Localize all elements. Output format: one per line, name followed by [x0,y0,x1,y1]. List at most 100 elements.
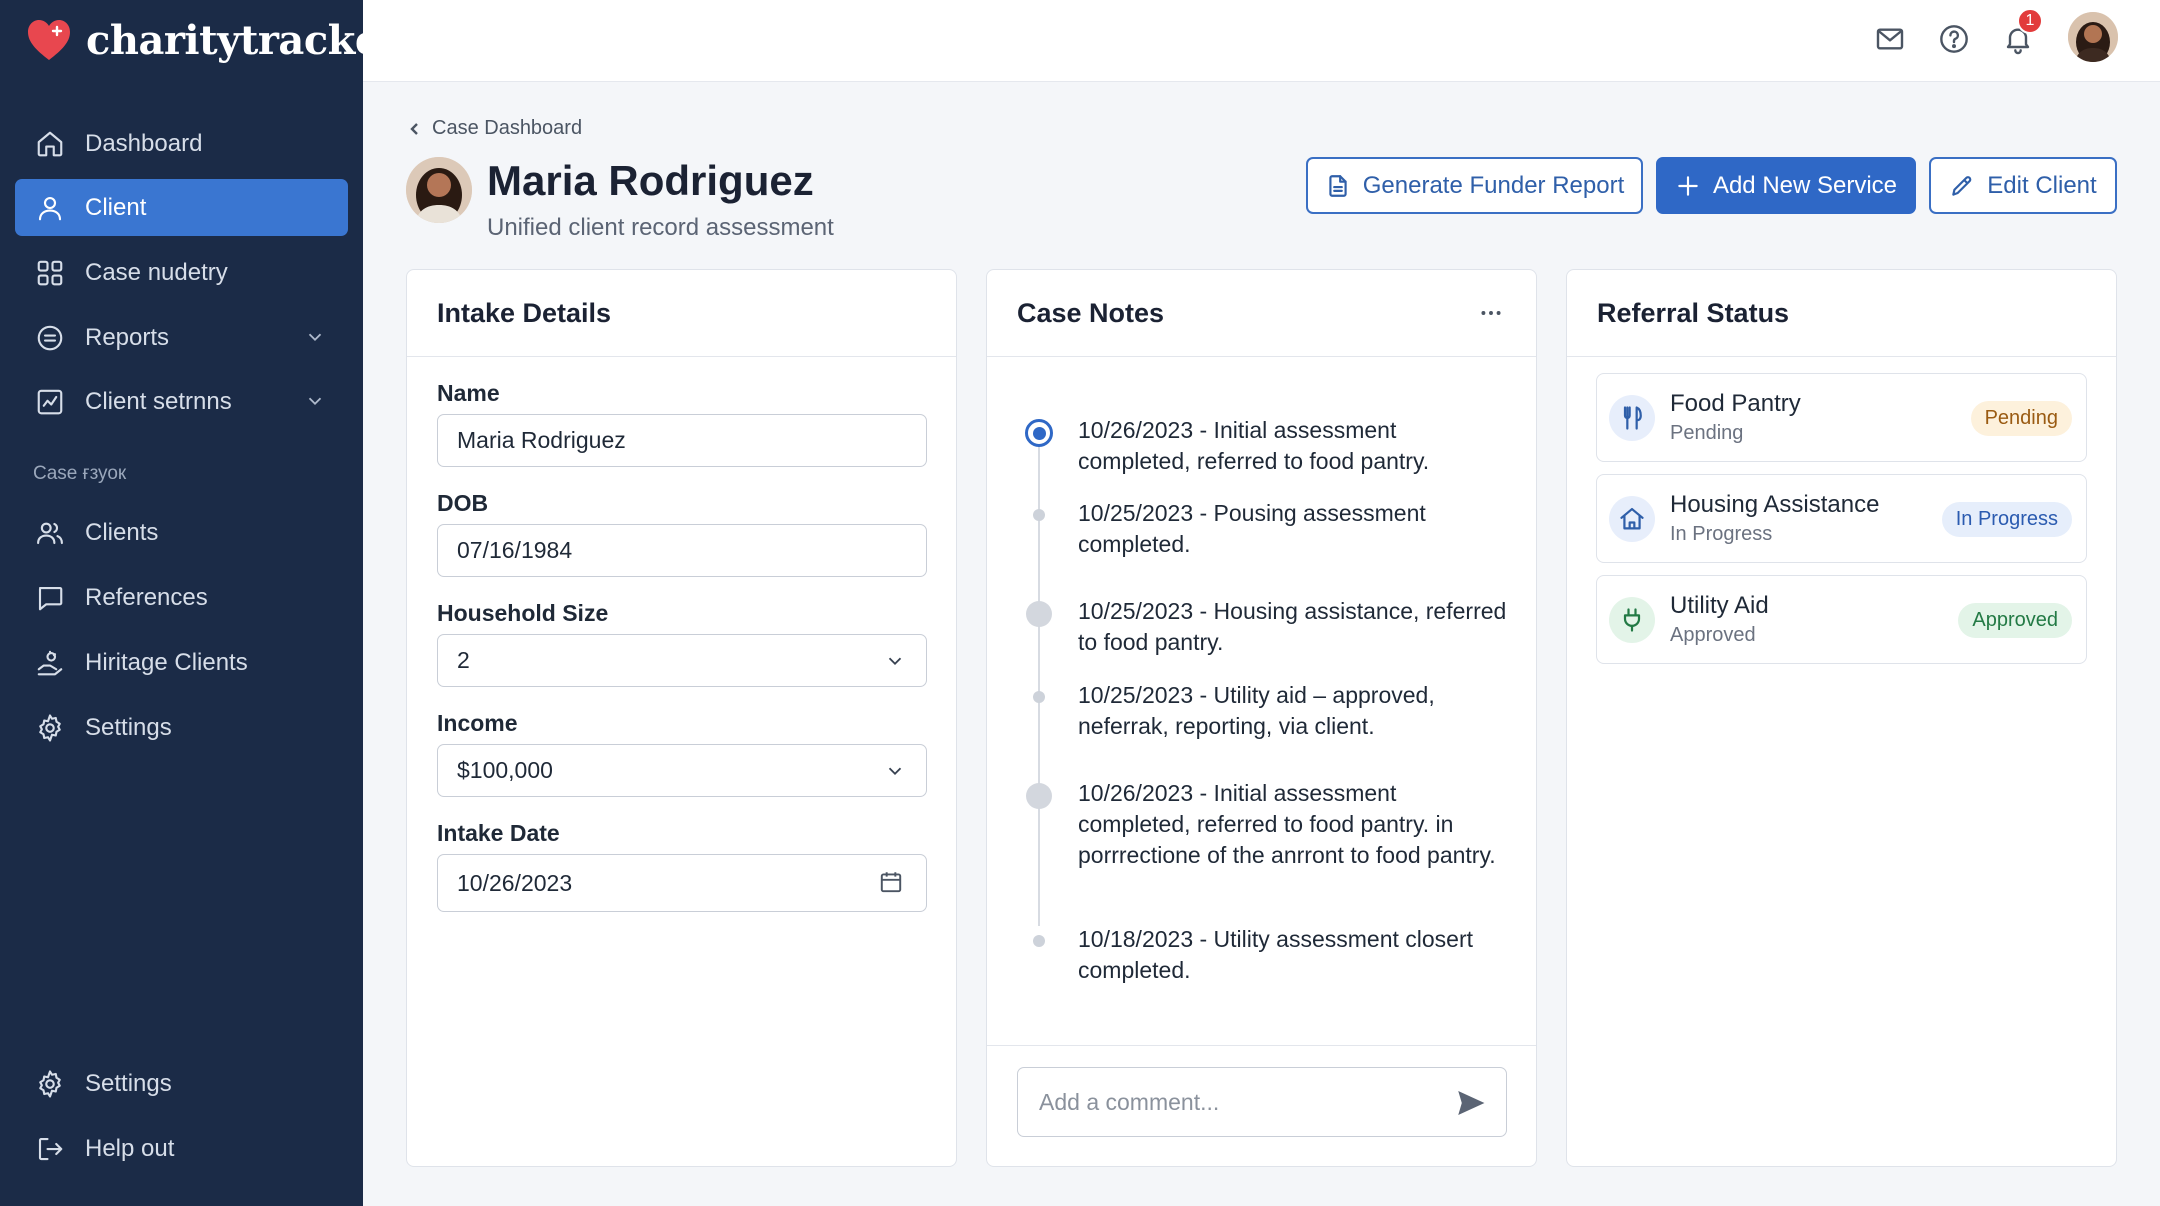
status-badge-approved: Approved [1958,603,2072,638]
send-icon[interactable] [1454,1086,1488,1120]
sidebar-item-reports[interactable]: Reports [15,309,348,366]
case-note: 10/25/2023 - Pousing assessment complete… [1078,500,1426,557]
timeline-dot [1026,601,1052,627]
heart-logo-icon [28,20,70,60]
sidebar-item-label: Hiritage Clients [85,648,248,676]
card-header: Case Notes [987,270,1536,357]
divider [987,1045,1536,1046]
sidebar-item-label: Reports [85,323,170,351]
help-icon[interactable] [1935,20,1973,58]
chevron-down-icon[interactable] [304,390,326,412]
sidebar-section-title: Case ғзуок [33,463,127,484]
field-label-dob: DOB [437,490,489,516]
page-subtitle: Unified client record assessment [487,214,834,241]
pencil-icon [1952,175,1972,196]
field-label-intake-date: Intake Date [437,820,560,846]
sidebar-item-settings-bottom[interactable]: Settings [15,1055,348,1112]
calendar-icon[interactable] [878,869,904,895]
referral-item-food-pantry[interactable]: Food Pantry Pending Pending [1596,373,2087,462]
sidebar-item-label: Client setrnns [85,387,232,415]
logout-icon [35,1134,65,1164]
chevron-left-icon [410,122,418,135]
referral-status-text: Pending [1670,422,1744,444]
grid-icon [35,258,65,288]
document-icon [1329,174,1347,197]
house-icon [1609,496,1655,542]
field-label-name: Name [437,380,500,406]
chevron-down-icon [884,650,906,672]
generate-funder-report-button[interactable]: Generate Funder Report [1306,157,1643,214]
status-badge-pending: Pending [1970,401,2072,436]
income-select[interactable]: $100,000 [437,744,927,797]
plug-icon [1609,597,1655,643]
button-label: Generate Funder Report [1362,171,1625,199]
bell-icon[interactable]: 1 [1999,8,2043,58]
utensils-icon [1609,395,1655,441]
top-bar: 1 [363,0,2160,82]
users-icon [35,518,65,548]
timeline-dot [1033,935,1045,947]
sidebar-item-heritage-clients[interactable]: Hiritage Clients [15,634,348,691]
gear-icon [35,713,65,743]
timeline-dot [1026,783,1052,809]
referral-title: Utility Aid [1670,592,1769,619]
dob-field[interactable]: 07/16/1984 [437,524,927,577]
sidebar-item-help-out[interactable]: Help out [15,1120,348,1177]
sidebar-item-client[interactable]: Client [15,179,348,236]
add-new-service-button[interactable]: Add New Service [1656,157,1916,214]
report-icon [35,323,65,353]
sidebar-item-label: Help out [85,1134,175,1162]
timeline-line [1038,426,1040,926]
breadcrumb[interactable]: Case Dashboard [408,117,582,140]
chevron-down-icon[interactable] [304,326,326,348]
card-title: Case Notes [1017,297,1165,328]
timeline-dot [1033,509,1045,521]
case-note: 10/25/2023 - Housing assistance, referre… [1078,598,1507,655]
notification-badge: 1 [2017,8,2043,34]
sidebar-item-label: Case nudetry [85,258,228,286]
referral-item-housing-assistance[interactable]: Housing Assistance In Progress In Progre… [1596,474,2087,563]
intake-date-field[interactable]: 10/26/2023 [437,854,927,912]
household-size-select[interactable]: 2 [437,634,927,687]
comment-input[interactable]: Add a comment... [1017,1067,1507,1137]
sidebar-item-clients[interactable]: Clients [15,504,348,561]
referral-item-utility-aid[interactable]: Utility Aid Approved Approved [1596,575,2087,664]
more-options-icon[interactable] [1476,298,1506,328]
plus-icon [1678,175,1698,196]
case-notes-card: Case Notes 10/26/2023 - Initial assessme… [986,269,1537,1167]
referral-title: Food Pantry [1670,390,1801,417]
referral-status-card: Referral Status Food Pantry Pending Pend… [1566,269,2117,1167]
client-avatar [406,157,472,223]
sidebar-item-label: Dashboard [85,129,203,157]
timeline-dot [1033,691,1045,703]
sidebar-item-settings[interactable]: Settings [15,699,348,756]
sidebar-item-client-settings[interactable]: Client setrnns [15,373,348,430]
referral-status-text: In Progress [1670,523,1773,545]
edit-client-button[interactable]: Edit Client [1929,157,2117,214]
user-icon [35,193,65,223]
home-icon [35,129,65,159]
sidebar-item-dashboard[interactable]: Dashboard [15,115,348,172]
case-note: 10/26/2023 - Initial assessment complete… [1078,780,1496,868]
name-field[interactable]: Maria Rodriguez [437,414,927,467]
field-value: 2 [457,647,470,673]
sidebar-item-label: References [85,583,208,611]
sidebar-item-label: Client [85,193,147,221]
user-avatar[interactable] [2068,12,2118,62]
button-label: Edit Client [1987,171,2097,199]
field-value: 07/16/1984 [457,537,573,563]
sidebar-item-case-nudetry[interactable]: Case nudetry [15,244,348,301]
timeline-dot-active [1025,419,1053,447]
case-note: 10/26/2023 - Initial assessment complete… [1078,417,1430,474]
field-value: $100,000 [457,757,553,783]
app-name: charitytracker [86,16,401,64]
sidebar-item-references[interactable]: References [15,569,348,626]
field-value: Maria Rodriguez [457,427,626,453]
message-icon [35,583,65,613]
referral-title: Housing Assistance [1670,491,1880,518]
field-label-income: Income [437,710,518,736]
mail-icon[interactable] [1871,20,1909,58]
app-logo[interactable]: charitytracker [26,14,401,66]
case-note: 10/18/2023 - Utility assessment closert … [1078,926,1474,983]
intake-details-card: Intake Details Name Maria Rodriguez DOB … [406,269,957,1167]
